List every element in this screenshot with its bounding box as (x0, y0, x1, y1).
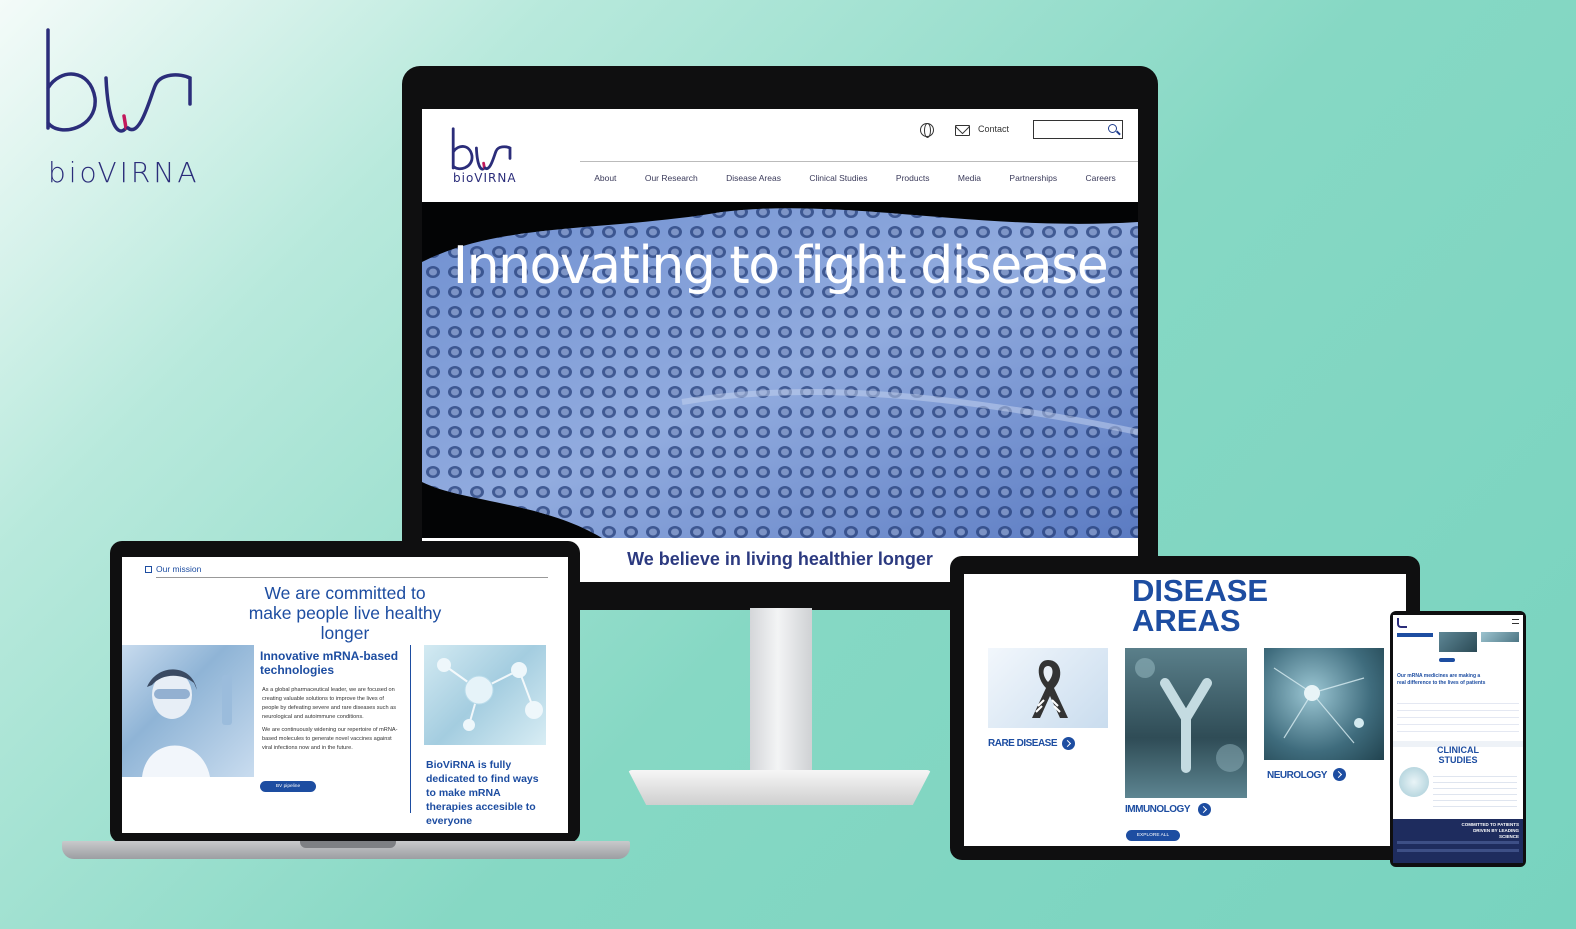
phone-thumb-2[interactable] (1481, 632, 1519, 642)
globe-icon[interactable] (920, 123, 934, 138)
tablet-screen: DISEASE AREAS RARE DISEASE IMMUNOLOGY NE… (964, 574, 1406, 846)
menu-icon[interactable] (1512, 619, 1519, 624)
nav-item-disease-areas[interactable]: Disease Areas (726, 173, 781, 183)
desktop-screen: bioVIRNA Contact About Our Research Dise… (422, 109, 1138, 582)
ribbon-icon (1032, 660, 1068, 718)
feature-title: Innovative mRNA-based technologies (260, 649, 399, 677)
phone-screen: Our mRNA medicines are making a real dif… (1393, 615, 1523, 863)
phone-cell-image (1399, 767, 1429, 797)
rare-disease-label[interactable]: RARE DISEASE (988, 738, 1058, 749)
immunology-image[interactable] (1125, 648, 1247, 798)
mission-headline: We are committed to make people live hea… (248, 583, 442, 643)
site-header: bioVIRNA Contact About Our Research Dise… (422, 109, 1138, 197)
biovirna-logo: bioVIRNA (40, 28, 200, 189)
brand-name: bioVIRNA (48, 156, 200, 189)
neurology-image[interactable] (1264, 648, 1384, 760)
dedicated-statement: BioViRNA is fully dedicated to find ways… (426, 759, 539, 827)
square-icon (145, 566, 152, 573)
phone-footer-text: COMMITTED TO PATIENTS DRIVEN BY LEADING … (1461, 822, 1520, 839)
desktop-monitor: bioVIRNA Contact About Our Research Dise… (402, 66, 1158, 610)
site-logo-text: bioVIRNA (453, 171, 517, 185)
nav-item-products[interactable]: Products (896, 173, 930, 183)
phone-nav-link[interactable] (1397, 633, 1433, 637)
nav-divider (580, 161, 1138, 162)
disease-areas-title: DISEASE AREAS (1132, 574, 1269, 638)
section-divider (156, 577, 548, 578)
immunology-label[interactable]: IMMUNOLOGY (1125, 804, 1191, 815)
mail-icon[interactable] (955, 125, 970, 136)
nav-item-our-research[interactable]: Our Research (645, 173, 698, 183)
nav-item-careers[interactable]: Careers (1086, 173, 1116, 183)
title-line-2: AREAS (1132, 603, 1241, 638)
antibody-icon (1135, 658, 1244, 773)
search-input[interactable] (1033, 120, 1123, 139)
scientist-photo (122, 645, 254, 777)
contact-link[interactable]: Contact (978, 124, 1009, 134)
phone-table (1397, 697, 1519, 737)
phone-footer-field[interactable] (1397, 841, 1519, 844)
nav-item-about[interactable]: About (594, 173, 616, 183)
main-nav: About Our Research Disease Areas Clinica… (580, 173, 1130, 183)
neuron-icon (1273, 667, 1365, 744)
hero-banner: Innovating to fight disease (422, 202, 1138, 538)
vertical-divider (410, 645, 411, 813)
neurology-label[interactable]: NEUROLOGY (1267, 770, 1327, 781)
biovirna-logo-mark (46, 28, 192, 133)
rare-disease-arrow-icon[interactable] (1062, 737, 1075, 750)
tablet: DISEASE AREAS RARE DISEASE IMMUNOLOGY NE… (950, 556, 1420, 860)
hero-title: Innovating to fight disease (452, 236, 1109, 296)
laptop-screen: Our mission We are committed to make peo… (122, 557, 568, 833)
nav-item-clinical-studies[interactable]: Clinical Studies (809, 173, 867, 183)
title-line-1: DISEASE (1132, 574, 1269, 608)
monitor-stand-base (628, 770, 931, 805)
phone-logo (1397, 618, 1407, 628)
neurology-arrow-icon[interactable] (1333, 768, 1346, 781)
phone-small-button[interactable] (1439, 658, 1455, 662)
explore-all-button[interactable]: EXPLORE ALL (1126, 830, 1180, 841)
phone-thumb-1[interactable] (1439, 632, 1477, 652)
monitor-stand-neck (750, 608, 812, 778)
search-icon[interactable] (1108, 124, 1117, 133)
phone-footer: COMMITTED TO PATIENTS DRIVEN BY LEADING … (1393, 819, 1523, 863)
phone-study-list (1433, 771, 1517, 811)
laptop-notch (300, 841, 396, 848)
phone: Our mRNA medicines are making a real dif… (1390, 611, 1526, 867)
phone-footer-field[interactable] (1397, 849, 1519, 852)
nav-item-media[interactable]: Media (958, 173, 981, 183)
immunology-arrow-icon[interactable] (1198, 803, 1211, 816)
phone-clinical-title: CLINICAL STUDIES (1437, 745, 1479, 765)
laptop: Our mission We are committed to make peo… (110, 541, 580, 843)
feature-paragraph-1: As a global pharmaceutical leader, we ar… (262, 687, 397, 720)
pipeline-button[interactable]: BV pipeline (260, 781, 316, 792)
section-label: Our mission (156, 564, 202, 574)
rare-disease-image[interactable] (988, 648, 1108, 728)
nav-item-partnerships[interactable]: Partnerships (1009, 173, 1057, 183)
phone-intro-text: Our mRNA medicines are making a real dif… (1397, 673, 1486, 686)
molecule-image (424, 645, 546, 745)
feature-paragraph-2: We are continuously widening our reperto… (262, 727, 398, 751)
